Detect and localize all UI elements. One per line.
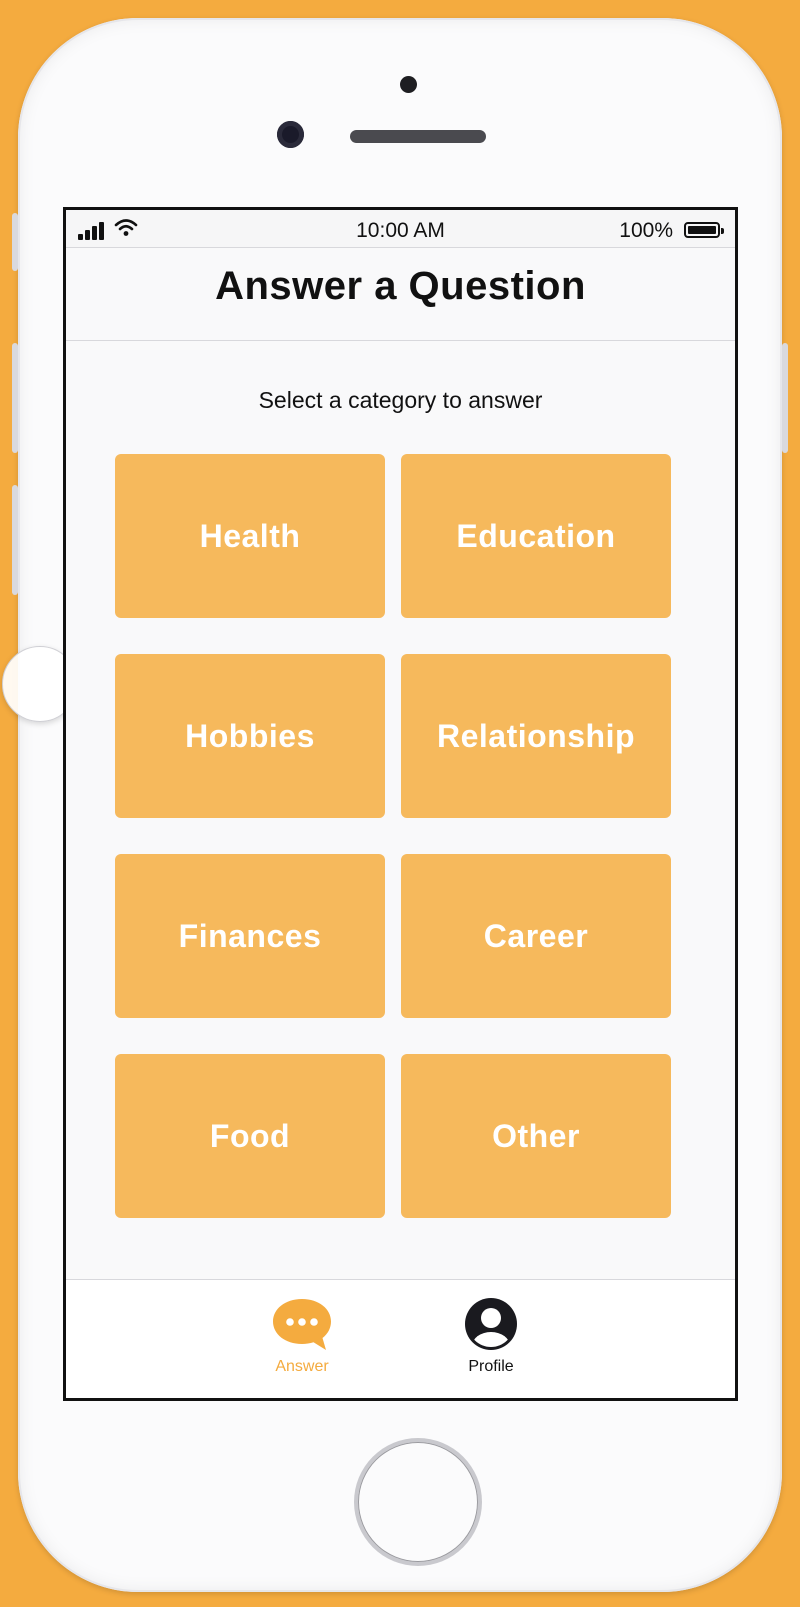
category-education-button[interactable]: Education	[401, 454, 671, 618]
chat-bubble-icon	[273, 1299, 331, 1350]
battery-percent: 100%	[619, 219, 673, 242]
category-food-button[interactable]: Food	[115, 1054, 385, 1218]
earpiece-speaker	[350, 130, 486, 143]
tab-answer[interactable]: Answer	[247, 1296, 357, 1376]
page-title: Answer a Question	[215, 264, 586, 308]
tab-profile-label: Profile	[468, 1358, 514, 1375]
tab-answer-label: Answer	[275, 1358, 329, 1375]
volume-down-button	[12, 485, 18, 595]
screen: 10:00 AM 100% Answer a Question Select a…	[63, 207, 738, 1401]
category-relationship-button[interactable]: Relationship	[401, 654, 671, 818]
category-other-button[interactable]: Other	[401, 1054, 671, 1218]
proximity-sensor	[400, 76, 417, 93]
mute-switch	[12, 213, 18, 271]
battery-icon	[684, 222, 724, 238]
page-header: Answer a Question	[66, 248, 735, 341]
home-button[interactable]	[358, 1442, 478, 1562]
tab-profile[interactable]: Profile	[436, 1296, 546, 1376]
instruction-text: Select a category to answer	[258, 387, 543, 413]
category-health-button[interactable]: Health	[115, 454, 385, 618]
category-grid: Health Education Hobbies Relationship Fi…	[115, 454, 671, 1218]
category-finances-button[interactable]: Finances	[115, 854, 385, 1018]
user-avatar-icon	[465, 1298, 517, 1350]
power-button	[782, 343, 788, 453]
category-career-button[interactable]: Career	[401, 854, 671, 1018]
status-bar: 10:00 AM 100%	[66, 210, 735, 248]
tab-bar: Answer Profile	[66, 1279, 735, 1398]
volume-up-button	[12, 343, 18, 453]
front-camera	[277, 121, 304, 148]
category-hobbies-button[interactable]: Hobbies	[115, 654, 385, 818]
